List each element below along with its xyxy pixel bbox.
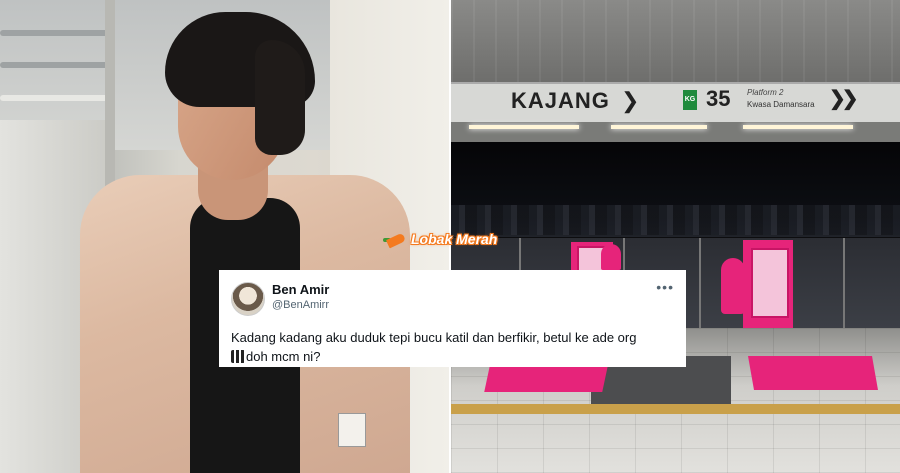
women-coach-sign — [751, 248, 789, 318]
ceiling-light — [0, 95, 110, 101]
tweet-card[interactable]: Ben Amir @BenAmirr ••• Kadang kadang aku… — [219, 270, 686, 367]
line-code-badge: KG — [683, 90, 697, 110]
ceiling-light — [611, 125, 707, 129]
women-icon — [721, 258, 745, 314]
destination-label: Kwasa Damansara — [747, 100, 815, 109]
station-name: KAJANG — [511, 88, 610, 113]
women-floor-marker — [484, 366, 608, 392]
user-handle[interactable]: @BenAmirr — [272, 299, 329, 311]
ceiling-light — [743, 125, 853, 129]
tweet-text-line1: Kadang kadang aku duduk tepi bucu katil … — [231, 330, 637, 345]
city-skyline — [451, 205, 900, 235]
avatar[interactable] — [231, 282, 265, 316]
emoji-icon — [231, 350, 245, 363]
logo-text: Lobak Merah — [411, 231, 498, 247]
women-icon — [601, 244, 621, 270]
door-frame — [699, 238, 701, 328]
left-photo — [0, 0, 449, 473]
direction-arrows-icon: ❯❯ — [829, 88, 858, 110]
ceiling-light — [469, 125, 579, 129]
hair — [255, 40, 305, 155]
right-photo: KAJANG ❯ KG 35 Platform 2 Kwasa Damansar… — [451, 0, 900, 473]
lobak-merah-logo: Lobak Merah — [383, 230, 498, 249]
door-frame — [843, 238, 845, 328]
more-dots-icon[interactable]: ••• — [656, 279, 674, 295]
yellow-safety-line — [451, 404, 900, 414]
carrot-icon — [383, 230, 407, 249]
station-number: 35 — [706, 86, 731, 111]
user-display-name[interactable]: Ben Amir — [272, 282, 329, 297]
women-floor-marker — [748, 356, 878, 390]
jacket-brand-patch — [338, 413, 366, 447]
ceiling-slats — [451, 0, 900, 82]
tweet-text: Kadang kadang aku duduk tepi bucu katil … — [231, 328, 679, 366]
pipe — [0, 62, 110, 68]
platform-label: Platform 2 — [747, 88, 784, 97]
tweet-text-line2: doh mcm ni? — [246, 349, 321, 364]
pipe — [0, 30, 110, 36]
sign-divider-icon: ❯ — [621, 88, 640, 113]
